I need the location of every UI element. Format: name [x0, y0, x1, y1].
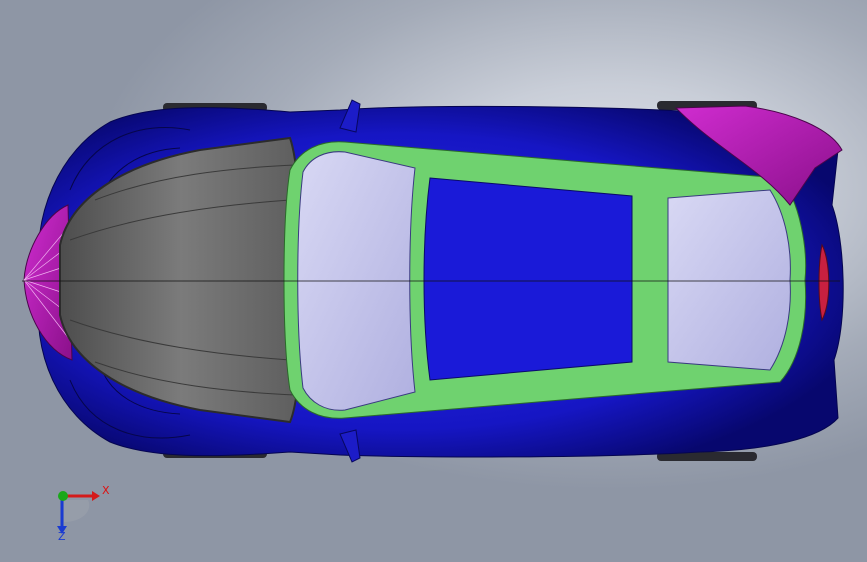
triad-shadow: [64, 500, 90, 522]
x-axis-label: X: [102, 484, 110, 497]
roof-panel[interactable]: [423, 177, 633, 381]
x-axis-head: [92, 491, 100, 501]
car-model-top-view[interactable]: [0, 0, 867, 562]
rear-window[interactable]: [667, 189, 791, 371]
graphics-viewport[interactable]: X Z: [0, 0, 867, 562]
reference-triad[interactable]: X Z: [48, 482, 128, 542]
triad-origin: [58, 491, 68, 501]
z-axis-label: Z: [58, 530, 66, 542]
